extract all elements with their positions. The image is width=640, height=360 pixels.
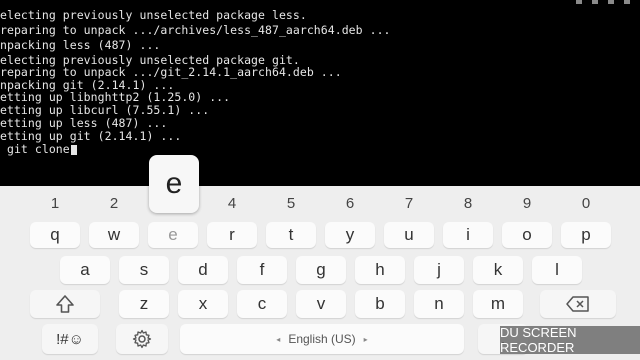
key-a[interactable]: a — [60, 256, 110, 284]
key-k[interactable]: k — [473, 256, 523, 284]
chevron-right-icon: ▸ — [363, 334, 368, 344]
terminal-output: electing previously unselected package l… — [0, 0, 640, 186]
key-6[interactable]: 6 — [325, 192, 375, 214]
key-h[interactable]: h — [355, 256, 405, 284]
shift-key[interactable] — [30, 290, 100, 318]
backspace-key[interactable] — [540, 290, 616, 318]
prompt-text: git clone — [0, 142, 70, 156]
key-f[interactable]: f — [237, 256, 287, 284]
key-x[interactable]: x — [178, 290, 228, 318]
symbols-key[interactable]: !#☺ — [42, 324, 98, 354]
key-n[interactable]: n — [414, 290, 464, 318]
key-d[interactable]: d — [178, 256, 228, 284]
text-cursor — [70, 144, 77, 155]
key-y[interactable]: y — [325, 222, 375, 248]
key-4[interactable]: 4 — [207, 192, 257, 214]
key-5[interactable]: 5 — [266, 192, 316, 214]
shift-icon — [55, 294, 75, 314]
backspace-icon — [566, 296, 590, 312]
key-j[interactable]: j — [414, 256, 464, 284]
key-p[interactable]: p — [561, 222, 611, 248]
key-t[interactable]: t — [266, 222, 316, 248]
key-c[interactable]: c — [237, 290, 287, 318]
battery-icon — [608, 0, 614, 4]
status-icons — [516, 0, 636, 6]
key-g[interactable]: g — [296, 256, 346, 284]
key-b[interactable]: b — [355, 290, 405, 318]
space-language-label: English (US) — [288, 332, 356, 346]
key-s[interactable]: s — [119, 256, 169, 284]
key-7[interactable]: 7 — [384, 192, 434, 214]
key-m[interactable]: m — [473, 290, 523, 318]
key-v[interactable]: v — [296, 290, 346, 318]
key-e[interactable]: e — [148, 222, 198, 248]
clock-icon — [624, 0, 630, 4]
key-8[interactable]: 8 — [443, 192, 493, 214]
key-o[interactable]: o — [502, 222, 552, 248]
chevron-left-icon: ◂ — [276, 334, 281, 344]
key-q[interactable]: q — [30, 222, 80, 248]
key-0[interactable]: 0 — [561, 192, 611, 214]
key-preview-popup: e — [149, 155, 199, 213]
signal-icon — [576, 0, 582, 4]
key-2[interactable]: 2 — [89, 192, 139, 214]
key-z[interactable]: z — [119, 290, 169, 318]
terminal-prompt[interactable]: git clone — [0, 140, 77, 158]
key-l[interactable]: l — [532, 256, 582, 284]
settings-key[interactable] — [116, 324, 168, 354]
space-bar[interactable]: ◂ English (US) ▸ — [180, 324, 464, 354]
recorder-watermark: DU SCREEN RECORDER — [500, 325, 640, 355]
key-i[interactable]: i — [443, 222, 493, 248]
key-w[interactable]: w — [89, 222, 139, 248]
key-r[interactable]: r — [207, 222, 257, 248]
gear-icon — [132, 329, 152, 349]
key-9[interactable]: 9 — [502, 192, 552, 214]
wifi-icon — [592, 0, 598, 4]
key-u[interactable]: u — [384, 222, 434, 248]
key-1[interactable]: 1 — [30, 192, 80, 214]
